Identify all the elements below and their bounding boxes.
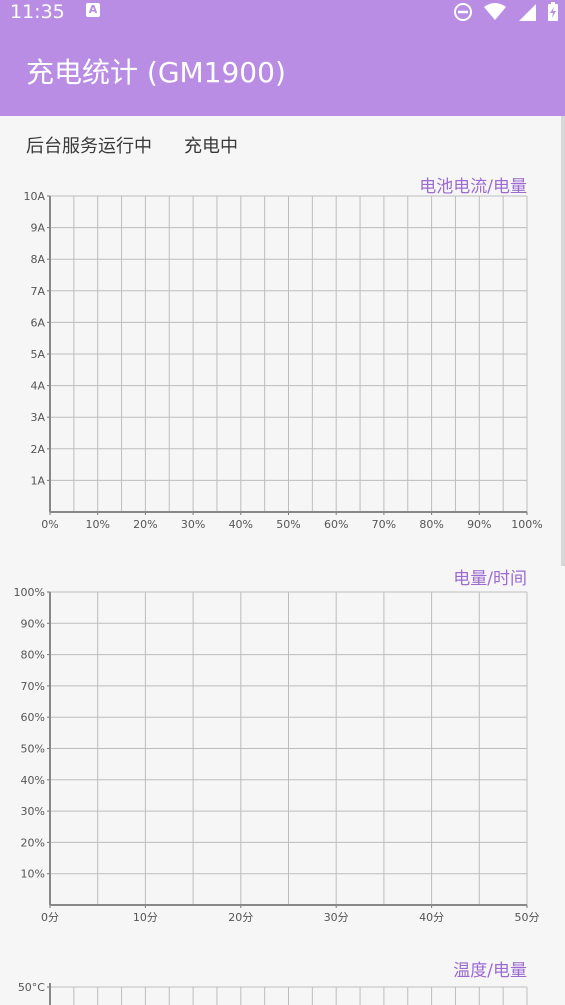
signal-icon xyxy=(519,4,536,21)
y-tick-label: 1A xyxy=(30,474,45,487)
y-tick-label: 4A xyxy=(30,380,45,393)
y-tick-label: 100% xyxy=(14,586,45,599)
page-title: 充电统计 (GM1900) xyxy=(26,56,286,89)
y-tick-label: 10% xyxy=(21,868,45,881)
y-tick-label: 20% xyxy=(21,836,45,849)
y-tick-label: 6A xyxy=(30,316,45,329)
y-tick-label: 8A xyxy=(30,253,45,266)
status-bar: 11:35 A xyxy=(0,0,565,24)
x-tick-label: 40分 xyxy=(419,911,444,924)
service-status-text: 后台服务运行中 xyxy=(26,136,152,157)
y-tick-label: 40% xyxy=(21,774,45,787)
chart-charge-vs-time: 10% 20% 30% 40% 50% 60% 70% 80% 90% 100% 0分 10分 20分 3… xyxy=(14,586,540,924)
x-tick-label: 50分 xyxy=(515,911,540,924)
y-tick-label: 60% xyxy=(21,711,45,724)
y-tick-label: 9A xyxy=(30,222,45,235)
x-tick-label: 10分 xyxy=(133,911,158,924)
y-tick-label: 3A xyxy=(30,411,45,424)
x-tick-label: 60% xyxy=(324,518,348,531)
y-tick-label: 5A xyxy=(30,348,45,361)
y-tick-label: 90% xyxy=(21,617,45,630)
y-tick-label: 2A xyxy=(30,443,45,456)
status-row: 后台服务运行中 充电中 xyxy=(26,132,238,158)
y-tick-label: 50°C xyxy=(18,981,45,994)
y-tick-label: 50% xyxy=(21,743,45,756)
battery-charging-icon xyxy=(548,2,558,21)
x-tick-label: 40% xyxy=(229,518,253,531)
wifi-icon xyxy=(484,3,506,20)
x-tick-label: 90% xyxy=(467,518,491,531)
notification-icon: A xyxy=(86,3,100,17)
x-tick-label: 30% xyxy=(181,518,205,531)
dnd-icon xyxy=(454,3,472,21)
x-tick-label: 0% xyxy=(41,518,58,531)
x-tick-label: 70% xyxy=(372,518,396,531)
y-tick-label: 30% xyxy=(21,805,45,818)
y-tick-label: 7A xyxy=(30,285,45,298)
x-tick-label: 20分 xyxy=(228,911,253,924)
charging-status-text: 充电中 xyxy=(184,136,238,157)
y-tick-label: 80% xyxy=(21,649,45,662)
chart-current-vs-charge: 1A 2A 3A 4A 5A 6A 7A 8A 9A 10A 0% 10% 20% 30% 40% 50% 60… xyxy=(23,190,542,531)
x-tick-label: 80% xyxy=(419,518,443,531)
x-tick-label: 20% xyxy=(133,518,157,531)
y-tick-label: 70% xyxy=(21,680,45,693)
status-time: 11:35 xyxy=(10,1,65,23)
app-bar: 充电统计 (GM1900) xyxy=(0,24,565,116)
x-tick-label: 10% xyxy=(85,518,109,531)
scrollbar[interactable] xyxy=(561,116,565,566)
x-tick-label: 0分 xyxy=(41,911,59,924)
x-tick-label: 50% xyxy=(276,518,300,531)
chart-temperature-vs-charge: 50°C xyxy=(18,981,528,1005)
x-tick-label: 100% xyxy=(511,518,542,531)
x-tick-label: 30分 xyxy=(324,911,349,924)
y-tick-label: 10A xyxy=(23,190,45,203)
